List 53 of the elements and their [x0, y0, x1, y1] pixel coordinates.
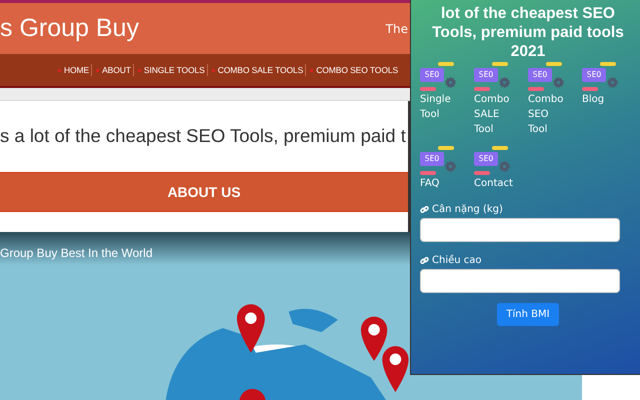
tag-bar-icon [492, 146, 508, 150]
tag-bar-icon [420, 87, 436, 91]
bullet-icon [96, 68, 100, 72]
input-field[interactable] [420, 269, 620, 293]
tag-bar-icon [600, 62, 616, 66]
tag-bar-icon [474, 171, 490, 175]
nav-link[interactable]: ABOUT [102, 65, 131, 75]
seo-badge[interactable]: SEO [474, 152, 498, 166]
gear-icon [445, 161, 456, 172]
tag-bar-icon [528, 87, 544, 91]
seo-badge[interactable]: SEO [474, 68, 498, 82]
bullet-icon [212, 68, 215, 72]
tag-bar-icon [474, 87, 490, 91]
gear-icon [607, 77, 618, 88]
tag-bar-icon [492, 62, 508, 66]
tool-link[interactable]: Single Tool [420, 92, 462, 122]
field-label: Cân nặng (kg) [432, 204, 503, 215]
gear-icon [553, 77, 564, 88]
bullet-icon [58, 68, 61, 72]
calculate-bmi-button[interactable]: Tính BMI [497, 303, 559, 326]
tag-bar-icon [438, 146, 454, 150]
seo-badge[interactable]: SEO [582, 68, 606, 82]
gear-icon [499, 161, 510, 172]
seo-badge[interactable]: SEO [528, 68, 552, 82]
video-title[interactable]: Group Buy Best In the World [0, 246, 153, 260]
link-icon [420, 205, 429, 214]
tag-bar-icon [438, 62, 454, 66]
site-title[interactable]: s Group Buy [0, 14, 139, 43]
tool-link[interactable]: Blog [582, 92, 624, 107]
popup-heading: lot of the cheapest SEO Tools, premium paid tools 2021 [431, 4, 625, 61]
field-label: Chiều cao [432, 255, 482, 266]
bullet-icon [310, 68, 314, 72]
site-tagline: The [386, 22, 408, 36]
tag-bar-icon [546, 62, 562, 66]
tool-link[interactable]: Contact [474, 176, 516, 191]
bullet-icon [138, 68, 141, 72]
gear-icon [445, 77, 456, 88]
about-us-button[interactable]: ABOUT US [0, 172, 408, 212]
tool-link[interactable]: Combo SEO Tool [528, 92, 570, 137]
gear-icon [499, 77, 510, 88]
tag-bar-icon [582, 87, 598, 91]
seo-badge[interactable]: SEO [420, 68, 444, 82]
nav-link[interactable]: SINGLE TOOLS [144, 65, 205, 75]
nav-link[interactable]: COMBO SEO TOOLS [316, 65, 398, 75]
tag-bar-icon [420, 171, 436, 175]
tool-link[interactable]: Combo SALE Tool [474, 92, 516, 137]
nav-link[interactable]: HOME [64, 65, 90, 75]
nav-link[interactable]: COMBO SALE TOOLS [218, 65, 304, 75]
tool-link[interactable]: FAQ [420, 176, 462, 191]
intro-text: s a lot of the cheapest SEO Tools, premium paid t [0, 125, 407, 148]
seo-badge[interactable]: SEO [420, 152, 444, 166]
link-icon [420, 256, 429, 265]
input-field[interactable] [420, 218, 620, 242]
